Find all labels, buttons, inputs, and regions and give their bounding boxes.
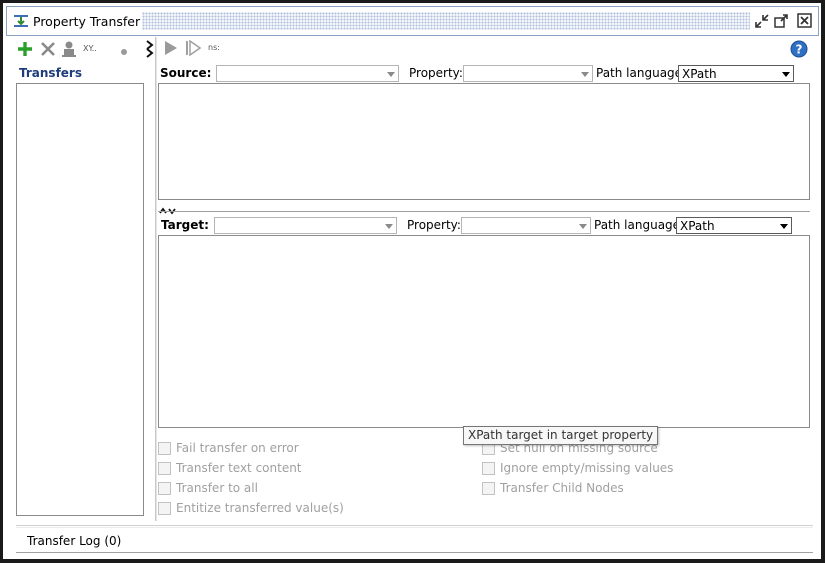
- transfer-log-tab[interactable]: Transfer Log (0): [16, 527, 813, 553]
- chevron-down-icon: [385, 224, 393, 229]
- title-bar-drag-area[interactable]: [142, 12, 750, 30]
- transfer-list[interactable]: [16, 83, 144, 516]
- child-nodes-checkbox[interactable]: Transfer Child Nodes: [482, 480, 624, 496]
- close-icon[interactable]: [796, 12, 814, 30]
- transfer-log-label: Transfer Log (0): [27, 534, 122, 548]
- fail-on-error-label: Fail transfer on error: [176, 441, 299, 455]
- xpath-hint[interactable]: XY..: [83, 44, 97, 53]
- checkbox-box[interactable]: [158, 481, 171, 495]
- transfers-label: Transfers: [19, 66, 82, 80]
- bottom-divider: [16, 525, 813, 526]
- entitize-checkbox[interactable]: Entitize transferred value(s): [158, 500, 344, 516]
- source-path-language-select[interactable]: XPath: [678, 65, 794, 82]
- target-label: Target:: [161, 218, 209, 232]
- source-path-language-value: XPath: [682, 67, 717, 81]
- section-divider[interactable]: [158, 211, 810, 212]
- delete-transfer-icon[interactable]: [39, 40, 57, 61]
- transfers-toolbar: XY..: [16, 40, 146, 60]
- run-icon[interactable]: [164, 40, 178, 59]
- checkbox-box[interactable]: [482, 461, 495, 475]
- record-icon[interactable]: [120, 45, 128, 59]
- source-combo[interactable]: [216, 65, 399, 82]
- tooltip: XPath target in target property: [463, 426, 659, 445]
- svg-text:?: ?: [796, 43, 803, 57]
- transfer-toolbar: ns:: [161, 39, 813, 60]
- add-transfer-icon[interactable]: [16, 40, 34, 61]
- minimize-icon[interactable]: [753, 12, 771, 30]
- target-path-language-value: XPath: [680, 219, 715, 233]
- target-property-combo[interactable]: [461, 217, 591, 234]
- transfer-text-label: Transfer text content: [176, 461, 302, 475]
- source-property-label: Property:: [409, 66, 463, 80]
- title-bar: Property Transfer: [6, 6, 819, 36]
- window-title: Property Transfer: [33, 14, 141, 29]
- chevron-down-icon: [581, 72, 589, 77]
- ignore-empty-label: Ignore empty/missing values: [500, 461, 674, 475]
- entitize-label: Entitize transferred value(s): [176, 501, 344, 515]
- child-nodes-label: Transfer Child Nodes: [500, 481, 624, 495]
- target-combo[interactable]: [214, 217, 397, 234]
- source-property-combo[interactable]: [463, 65, 593, 82]
- target-property-label: Property:: [407, 218, 461, 232]
- chevron-down-icon: [387, 72, 395, 77]
- property-transfer-window: Property Transfer XY.. Transfers ns: ? S…: [0, 0, 825, 563]
- chevron-down-icon: [579, 224, 587, 229]
- checkbox-box[interactable]: [482, 481, 495, 495]
- checkbox-box[interactable]: [158, 441, 171, 455]
- target-path-language-label: Path language:: [594, 218, 685, 232]
- source-label: Source:: [160, 66, 212, 80]
- checkbox-box[interactable]: [158, 501, 171, 515]
- help-icon[interactable]: ?: [790, 40, 808, 61]
- rename-transfer-icon[interactable]: [61, 40, 77, 61]
- panel-splitter[interactable]: [155, 37, 157, 521]
- transfer-to-all-label: Transfer to all: [176, 481, 258, 495]
- transfer-to-all-checkbox[interactable]: Transfer to all: [158, 480, 258, 496]
- run-all-icon[interactable]: [185, 39, 202, 59]
- namespace-button[interactable]: ns:: [208, 43, 220, 52]
- ignore-empty-checkbox[interactable]: Ignore empty/missing values: [482, 460, 673, 476]
- split-toggle-icon[interactable]: [146, 40, 154, 61]
- source-expression-editor[interactable]: [158, 83, 810, 200]
- transfer-text-checkbox[interactable]: Transfer text content: [158, 460, 302, 476]
- target-expression-editor[interactable]: [158, 235, 810, 428]
- property-transfer-icon: [13, 13, 29, 32]
- chevron-down-icon: [782, 72, 790, 77]
- maximize-icon[interactable]: [772, 12, 790, 30]
- checkbox-box[interactable]: [158, 461, 171, 475]
- fail-on-error-checkbox[interactable]: Fail transfer on error: [158, 440, 299, 456]
- target-path-language-select[interactable]: XPath: [676, 217, 792, 234]
- chevron-down-icon: [780, 224, 788, 229]
- source-path-language-label: Path language:: [596, 66, 687, 80]
